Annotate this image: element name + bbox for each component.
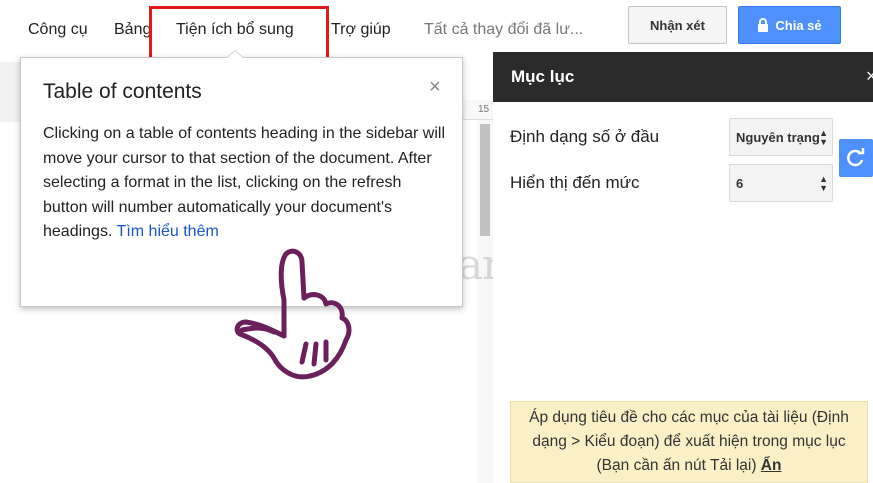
share-button-label: Chia sẻ bbox=[775, 17, 822, 33]
menu-help[interactable]: Trợ giúp bbox=[331, 21, 391, 39]
refresh-icon bbox=[847, 148, 865, 167]
select-arrows-icon: ▲ ▼ bbox=[819, 128, 828, 147]
level-value: 6 bbox=[736, 175, 744, 191]
toc-sidebar: Mục lục × Định dạng số ở đầu Nguyên trạn… bbox=[493, 52, 873, 483]
pointing-hand-icon bbox=[234, 248, 352, 380]
learn-more-link[interactable]: Tìm hiểu thêm bbox=[117, 223, 219, 240]
tooltip-body: Clicking on a table of contents heading … bbox=[43, 122, 449, 245]
hide-note-link[interactable]: Ẩn bbox=[761, 457, 782, 474]
numbering-value: Nguyên trạng bbox=[736, 129, 820, 145]
sidebar-header: Mục lục × bbox=[493, 52, 873, 102]
numbering-select[interactable]: Nguyên trạng ▲ ▼ bbox=[729, 118, 833, 156]
menu-tools[interactable]: Công cụ bbox=[28, 21, 88, 39]
sidebar-title: Mục lục bbox=[511, 67, 575, 86]
tooltip-title: Table of contents bbox=[43, 80, 202, 103]
menu-bar: Công cụ Bảng Tiện ích bổ sung Trợ giúp T… bbox=[0, 0, 873, 60]
tooltip-arrow-inner bbox=[227, 51, 243, 58]
numbering-label: Định dạng số ở đầu bbox=[510, 127, 660, 146]
save-status: Tất cả thay đổi đã lư... bbox=[424, 21, 584, 38]
vertical-ruler bbox=[0, 62, 22, 122]
note-text: Áp dụng tiêu đề cho các mục của tài liệu… bbox=[529, 409, 849, 474]
comments-button[interactable]: Nhận xét bbox=[628, 6, 727, 44]
refresh-button[interactable] bbox=[839, 139, 873, 177]
level-arrows-icon: ▲ ▼ bbox=[819, 174, 828, 193]
scrollbar-thumb[interactable] bbox=[480, 124, 490, 236]
close-icon[interactable]: × bbox=[429, 76, 441, 99]
comments-button-label: Nhận xét bbox=[650, 17, 705, 33]
level-label: Hiển thị đến mức bbox=[510, 173, 640, 192]
sidebar-close-icon[interactable]: × bbox=[866, 66, 873, 87]
tooltip-text: Clicking on a table of contents heading … bbox=[43, 125, 446, 240]
level-select[interactable]: 6 ▲ ▼ bbox=[729, 164, 833, 202]
sidebar-note: Áp dụng tiêu đề cho các mục của tài liệu… bbox=[510, 401, 868, 483]
lock-icon bbox=[758, 18, 769, 32]
share-button[interactable]: Chia sẻ bbox=[738, 6, 841, 44]
ruler-number: 15 bbox=[478, 104, 490, 115]
menu-table[interactable]: Bảng bbox=[114, 21, 151, 39]
